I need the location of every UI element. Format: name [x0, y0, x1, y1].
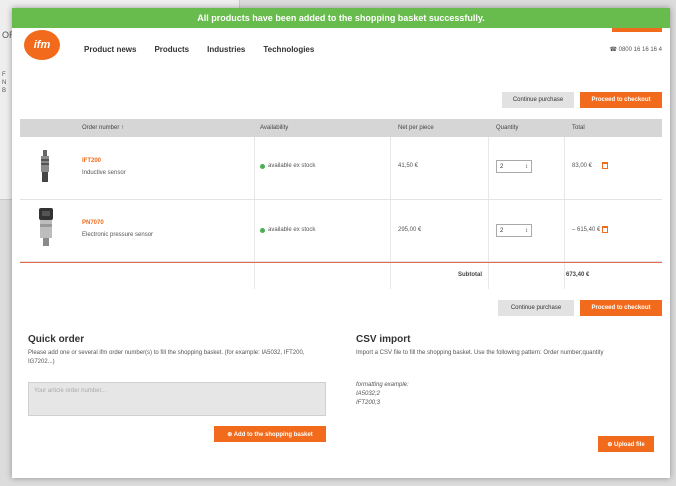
shopping-basket-page: All products have been added to the shop… [12, 8, 670, 478]
logo-text: ifm [33, 39, 51, 51]
subtotal-value: 673,40 € [566, 272, 590, 278]
column-header-availability: Availability [260, 125, 289, 131]
net-price: 295,00 € [398, 227, 422, 233]
column-header-quantity: Quantity [496, 125, 519, 131]
product-description: Inductive sensor [82, 170, 126, 176]
table-row: PN7070 Electronic pressure sensor availa… [20, 200, 662, 262]
continue-purchase-button[interactable]: Continue purchase [502, 92, 574, 108]
phone-number[interactable]: ☎ 0800 16 16 16 4 [609, 46, 662, 53]
upload-file-button[interactable]: ⊕ Upload file [598, 436, 654, 452]
quantity-stepper[interactable]: 2 ↕ [496, 224, 532, 237]
quantity-stepper[interactable]: 2 ↕ [496, 160, 532, 173]
subtotal-label: Subtotal [458, 272, 482, 278]
availability-status: available ex stock [260, 227, 315, 233]
pressure-sensor-image [39, 208, 53, 246]
quick-order-instructions: Please add one or several ifm order numb… [28, 350, 305, 365]
table-row: IFT200 Inductive sensor available ex sto… [20, 138, 662, 200]
available-dot-icon [260, 163, 265, 169]
background-text: B [2, 88, 7, 94]
quantity-value: 2 [500, 227, 504, 234]
success-message: All products have been added to the shop… [197, 13, 485, 23]
csv-import-title: CSV import [356, 334, 411, 345]
net-price: 41,50 € [398, 163, 419, 169]
line-total: 83,00 € [572, 163, 593, 169]
success-banner: All products have been added to the shop… [12, 8, 670, 28]
delete-icon[interactable] [602, 162, 608, 169]
availability-text: available ex stock [268, 227, 316, 233]
formatting-example-line: IA5032;2 [356, 391, 381, 397]
nav-item-products[interactable]: Products [154, 45, 189, 54]
background-text: F [2, 72, 6, 78]
formatting-example-line: IFT200;3 [356, 400, 381, 406]
quick-order-title: Quick order [28, 334, 85, 345]
proceed-to-checkout-button[interactable]: Proceed to checkout [580, 92, 662, 108]
delete-icon[interactable] [602, 226, 608, 233]
proceed-to-checkout-button-bottom[interactable]: Proceed to checkout [580, 300, 662, 316]
add-to-basket-button[interactable]: ⊕ Add to the shopping basket [214, 426, 326, 442]
stepper-arrows-icon[interactable]: ↕ [525, 228, 528, 234]
nav-item-product-news[interactable]: Product news [84, 45, 136, 54]
quantity-value: 2 [500, 163, 504, 170]
ifm-logo[interactable]: ifm [24, 30, 60, 60]
available-dot-icon [260, 227, 265, 233]
availability-text: available ex stock [268, 163, 316, 169]
line-total: – 615,40 € [572, 227, 601, 233]
column-header-price: Net per piece [398, 125, 434, 131]
stepper-arrows-icon[interactable]: ↕ [525, 164, 528, 170]
nav-item-technologies[interactable]: Technologies [263, 45, 314, 54]
availability-status: available ex stock [260, 163, 315, 169]
textarea-placeholder: Your article order number... [34, 388, 107, 394]
order-number-textarea[interactable]: Your article order number... [28, 382, 326, 416]
main-navigation: Product news Products Industries Technol… [84, 45, 314, 54]
product-code-link[interactable]: PN7070 [82, 220, 104, 226]
formatting-example-label: formatting example: [356, 382, 409, 388]
nav-item-industries[interactable]: Industries [207, 45, 245, 54]
continue-purchase-button-bottom[interactable]: Continue purchase [498, 300, 574, 316]
table-header: Order number ↑ Availability Net per piec… [20, 119, 662, 137]
subtotal-divider [20, 262, 662, 263]
column-header-order-number[interactable]: Order number ↑ [82, 125, 124, 131]
product-code-link[interactable]: IFT200 [82, 158, 101, 164]
csv-import-instructions: Import a CSV file to fill the shopping b… [356, 350, 604, 356]
background-text: N [2, 80, 7, 86]
inductive-sensor-image [41, 150, 49, 182]
column-header-total: Total [572, 125, 585, 131]
product-description: Electronic pressure sensor [82, 232, 154, 238]
